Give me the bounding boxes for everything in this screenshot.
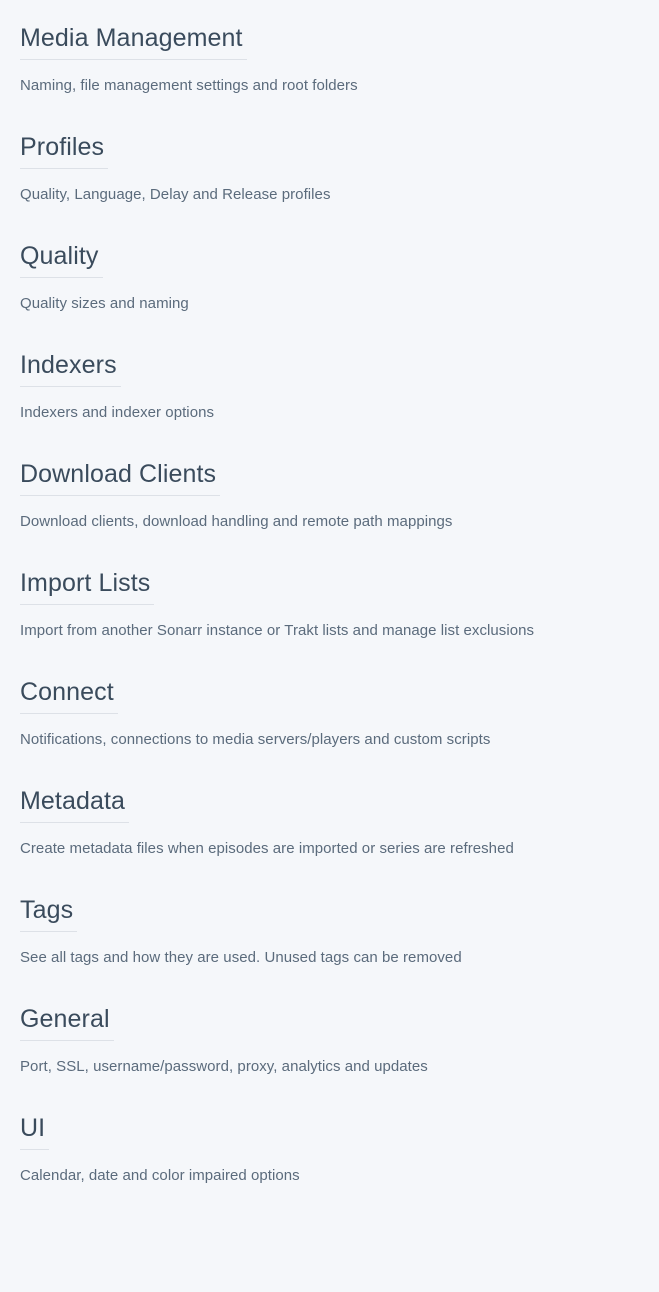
settings-section-tags: Tags See all tags and how they are used. … bbox=[20, 894, 639, 968]
settings-link-ui[interactable]: UI bbox=[20, 1112, 50, 1150]
settings-description-download-clients: Download clients, download handling and … bbox=[20, 513, 453, 530]
settings-description-indexers: Indexers and indexer options bbox=[20, 404, 215, 421]
settings-link-media-management[interactable]: Media Management bbox=[20, 22, 247, 60]
settings-section-metadata: Metadata Create metadata files when episo… bbox=[20, 785, 639, 859]
settings-page: Media Management Naming, file management … bbox=[0, 0, 659, 1292]
settings-description-tags: See all tags and how they are used. Unus… bbox=[20, 949, 462, 966]
settings-link-connect[interactable]: Connect bbox=[20, 676, 118, 714]
settings-link-general[interactable]: General bbox=[20, 1003, 114, 1041]
settings-section-indexers: Indexers Indexers and indexer options bbox=[20, 349, 639, 423]
settings-section-connect: Connect Notifications, connections to med… bbox=[20, 676, 639, 750]
settings-link-download-clients[interactable]: Download Clients bbox=[20, 458, 221, 496]
settings-section-ui: UI Calendar, date and color impaired opti… bbox=[20, 1112, 639, 1186]
settings-section-general: General Port, SSL, username/password, pro… bbox=[20, 1003, 639, 1077]
settings-link-quality[interactable]: Quality bbox=[20, 240, 103, 278]
settings-section-profiles: Profiles Quality, Language, Delay and Rel… bbox=[20, 131, 639, 205]
settings-description-profiles: Quality, Language, Delay and Release pro… bbox=[20, 186, 331, 203]
settings-description-general: Port, SSL, username/password, proxy, ana… bbox=[20, 1058, 428, 1075]
settings-section-quality: Quality Quality sizes and naming bbox=[20, 240, 639, 314]
settings-section-download-clients: Download Clients Download clients, downlo… bbox=[20, 458, 639, 532]
settings-description-media-management: Naming, file management settings and roo… bbox=[20, 77, 358, 94]
settings-link-tags[interactable]: Tags bbox=[20, 894, 78, 932]
settings-description-ui: Calendar, date and color impaired option… bbox=[20, 1167, 300, 1184]
settings-section-import-lists: Import Lists Import from another Sonarr i… bbox=[20, 567, 639, 641]
settings-link-indexers[interactable]: Indexers bbox=[20, 349, 121, 387]
settings-description-metadata: Create metadata files when episodes are … bbox=[20, 840, 514, 857]
settings-description-quality: Quality sizes and naming bbox=[20, 295, 189, 312]
settings-link-metadata[interactable]: Metadata bbox=[20, 785, 130, 823]
settings-description-connect: Notifications, connections to media serv… bbox=[20, 731, 491, 748]
settings-section-media-management: Media Management Naming, file management … bbox=[20, 22, 639, 96]
settings-link-import-lists[interactable]: Import Lists bbox=[20, 567, 155, 605]
settings-link-profiles[interactable]: Profiles bbox=[20, 131, 109, 169]
settings-description-import-lists: Import from another Sonarr instance or T… bbox=[20, 622, 535, 639]
